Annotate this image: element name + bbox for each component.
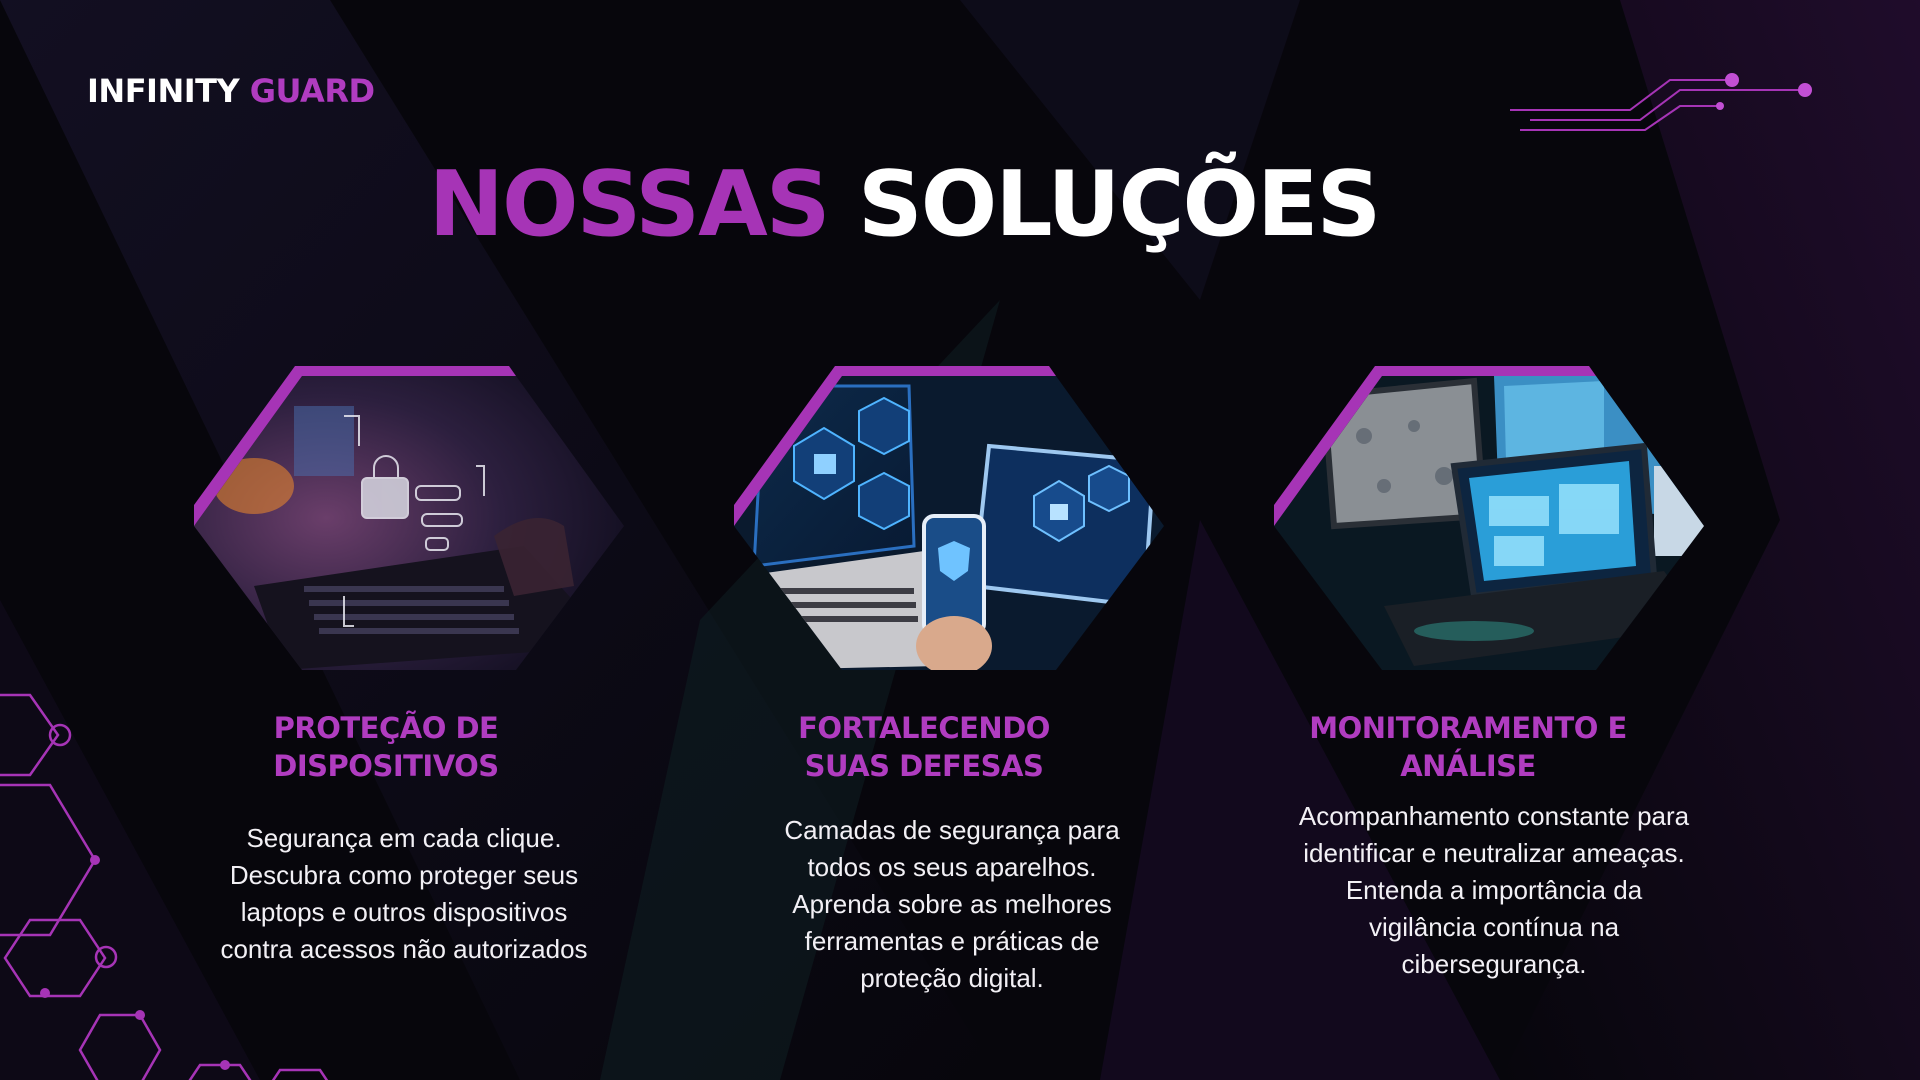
laptop-lock-icon — [194, 366, 624, 670]
card-description: Acompanhamento constante para identifica… — [1254, 798, 1734, 983]
card-title: FORTALECENDO SUAS DEFESAS — [704, 709, 1144, 785]
card-description-line: Aprenda sobre as melhores — [792, 889, 1112, 919]
title-part1: NOSSAS — [428, 152, 831, 257]
card-description-line: Descubra como proteger seus — [229, 860, 579, 890]
card-description-line: todos os seus aparelhos. — [807, 852, 1097, 882]
card-description-line: Entenda a importância da — [1345, 875, 1643, 905]
card-description-line: laptops e outros dispositivos — [240, 897, 568, 927]
solution-card-defenses: FORTALECENDO SUAS DEFESAS Camadas de seg… — [734, 366, 1174, 993]
title-part2: SOLUÇÕES — [857, 152, 1381, 257]
card-description-line: ferramentas e práticas de — [804, 926, 1100, 956]
card-title: PROTEÇÃO DE DISPOSITIVOS — [166, 709, 606, 785]
card-title-line: ANÁLISE — [1400, 749, 1536, 783]
page-title: NOSSAS SOLUÇÕES — [0, 160, 1808, 250]
brand-name-part1: INFINITY — [87, 72, 240, 110]
card-description-line: cibersegurança. — [1401, 949, 1587, 979]
circuit-lines-decoration — [1510, 73, 1812, 131]
card-image-hexagon — [1274, 366, 1714, 670]
card-title: MONITORAMENTO E ANÁLISE — [1248, 709, 1688, 785]
card-description: Camadas de segurança para todos os seus … — [732, 812, 1172, 997]
devices-shield-icon — [734, 366, 1164, 670]
card-description-line: contra acessos não autorizados — [220, 934, 588, 964]
card-title-line: DISPOSITIVOS — [273, 749, 499, 783]
card-description-line: proteção digital. — [860, 963, 1044, 993]
card-image-hexagon — [194, 366, 634, 670]
card-title-line: SUAS DEFESAS — [804, 749, 1044, 783]
brand-name-part2: GUARD — [249, 72, 375, 110]
card-description-line: identificar e neutralizar ameaças. — [1303, 838, 1685, 868]
card-description-line: Camadas de segurança para — [784, 815, 1120, 845]
card-description-line: Segurança em cada clique. — [246, 823, 562, 853]
card-title-line: FORTALECENDO — [798, 711, 1050, 745]
monitoring-screens-icon — [1274, 366, 1704, 670]
card-description: Segurança em cada clique. Descubra como … — [174, 820, 634, 968]
card-title-line: MONITORAMENTO E — [1309, 711, 1627, 745]
brand-logo: INFINITY GUARD — [87, 72, 375, 110]
card-title-line: PROTEÇÃO DE — [273, 711, 499, 745]
solution-card-device-protection: PROTEÇÃO DE DISPOSITIVOS Segurança em ca… — [194, 366, 634, 964]
solution-card-monitoring: MONITORAMENTO E ANÁLISE Acompanhamento c… — [1274, 366, 1714, 979]
card-description-line: vigilância contínua na — [1368, 912, 1620, 942]
card-description-line: Acompanhamento constante para — [1298, 801, 1690, 831]
card-image-hexagon — [734, 366, 1174, 670]
